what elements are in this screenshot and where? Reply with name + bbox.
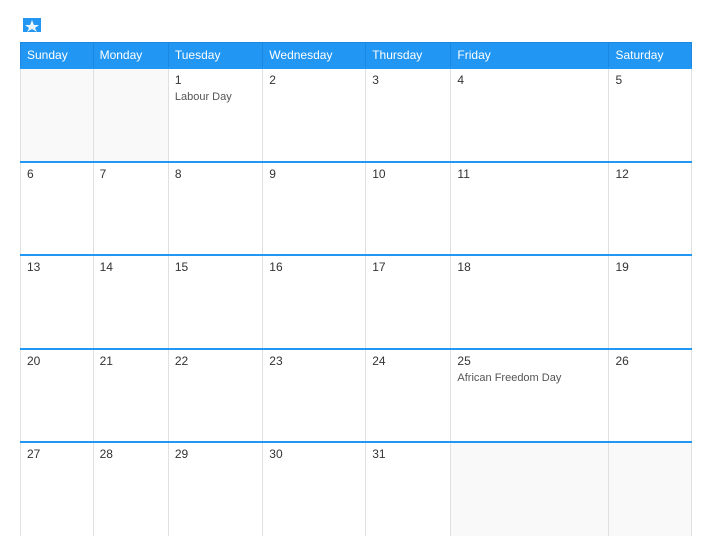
calendar-cell: 10	[366, 162, 451, 256]
day-number: 12	[615, 167, 685, 181]
day-number: 1	[175, 73, 256, 87]
day-number: 31	[372, 447, 444, 461]
calendar-cell: 25 African Freedom Day	[451, 349, 609, 443]
calendar-page: Sunday Monday Tuesday Wednesday Thursday…	[0, 0, 712, 550]
calendar-cell: 14	[93, 255, 168, 349]
calendar-cell: 11	[451, 162, 609, 256]
calendar-header: Sunday Monday Tuesday Wednesday Thursday…	[21, 43, 692, 69]
calendar-week-row: 6789 10 11 12	[21, 162, 692, 256]
day-number: 24	[372, 354, 444, 368]
day-number: 3	[372, 73, 444, 87]
day-number: 19	[615, 260, 685, 274]
calendar-cell: 8	[168, 162, 262, 256]
calendar-cell: 28	[93, 442, 168, 536]
calendar-cell: 24	[366, 349, 451, 443]
calendar-cell: 17	[366, 255, 451, 349]
calendar-cell: 29	[168, 442, 262, 536]
calendar-cell: 6	[21, 162, 94, 256]
event-label: Labour Day	[175, 91, 232, 103]
day-number: 8	[175, 167, 256, 181]
day-number: 10	[372, 167, 444, 181]
calendar-cell: 26	[609, 349, 692, 443]
calendar-cell	[609, 442, 692, 536]
event-label: African Freedom Day	[457, 372, 561, 384]
day-number: 30	[269, 447, 359, 461]
calendar-cell: 30	[263, 442, 366, 536]
day-number: 18	[457, 260, 602, 274]
day-number: 14	[100, 260, 162, 274]
day-number: 21	[100, 354, 162, 368]
col-friday: Friday	[451, 43, 609, 69]
calendar-cell: 21	[93, 349, 168, 443]
day-number: 23	[269, 354, 359, 368]
day-number: 17	[372, 260, 444, 274]
calendar-cell: 7	[93, 162, 168, 256]
weekday-header-row: Sunday Monday Tuesday Wednesday Thursday…	[21, 43, 692, 69]
day-number: 11	[457, 167, 602, 181]
calendar-cell: 18	[451, 255, 609, 349]
calendar-cell: 12	[609, 162, 692, 256]
calendar-cell: 13	[21, 255, 94, 349]
header	[20, 18, 692, 32]
col-saturday: Saturday	[609, 43, 692, 69]
calendar-cell: 27	[21, 442, 94, 536]
calendar-cell: 16	[263, 255, 366, 349]
day-number: 16	[269, 260, 359, 274]
day-number: 27	[27, 447, 87, 461]
calendar-cell: 2	[263, 68, 366, 162]
day-number: 28	[100, 447, 162, 461]
day-number: 5	[615, 73, 685, 87]
day-number: 22	[175, 354, 256, 368]
calendar-cell: 1 Labour Day	[168, 68, 262, 162]
day-number: 20	[27, 354, 87, 368]
day-number: 25	[457, 354, 602, 368]
day-number: 15	[175, 260, 256, 274]
day-number: 7	[100, 167, 162, 181]
col-thursday: Thursday	[366, 43, 451, 69]
calendar-table: Sunday Monday Tuesday Wednesday Thursday…	[20, 42, 692, 536]
day-number: 4	[457, 73, 602, 87]
day-number: 9	[269, 167, 359, 181]
col-sunday: Sunday	[21, 43, 94, 69]
calendar-body: 1Labour Day23456789101112131415161718192…	[21, 68, 692, 536]
day-number: 26	[615, 354, 685, 368]
col-wednesday: Wednesday	[263, 43, 366, 69]
calendar-cell: 4	[451, 68, 609, 162]
calendar-cell: 23	[263, 349, 366, 443]
calendar-cell: 22	[168, 349, 262, 443]
calendar-cell	[451, 442, 609, 536]
calendar-cell: 19	[609, 255, 692, 349]
calendar-week-row: 1 Labour Day 2345	[21, 68, 692, 162]
calendar-week-row: 20 21 22 23 24 25 African Freedom Day 26	[21, 349, 692, 443]
calendar-week-row: 13 14 15 16 17 18 19	[21, 255, 692, 349]
col-monday: Monday	[93, 43, 168, 69]
calendar-cell: 20	[21, 349, 94, 443]
day-number: 29	[175, 447, 256, 461]
calendar-week-row: 27 28 29 30 31	[21, 442, 692, 536]
col-tuesday: Tuesday	[168, 43, 262, 69]
calendar-cell: 5	[609, 68, 692, 162]
logo-text	[20, 18, 41, 32]
logo-flag-icon	[23, 18, 41, 32]
calendar-cell: 15	[168, 255, 262, 349]
calendar-cell: 9	[263, 162, 366, 256]
calendar-cell	[21, 68, 94, 162]
logo	[20, 18, 41, 32]
calendar-cell: 31	[366, 442, 451, 536]
calendar-cell	[93, 68, 168, 162]
day-number: 13	[27, 260, 87, 274]
calendar-cell: 3	[366, 68, 451, 162]
day-number: 6	[27, 167, 87, 181]
day-number: 2	[269, 73, 359, 87]
